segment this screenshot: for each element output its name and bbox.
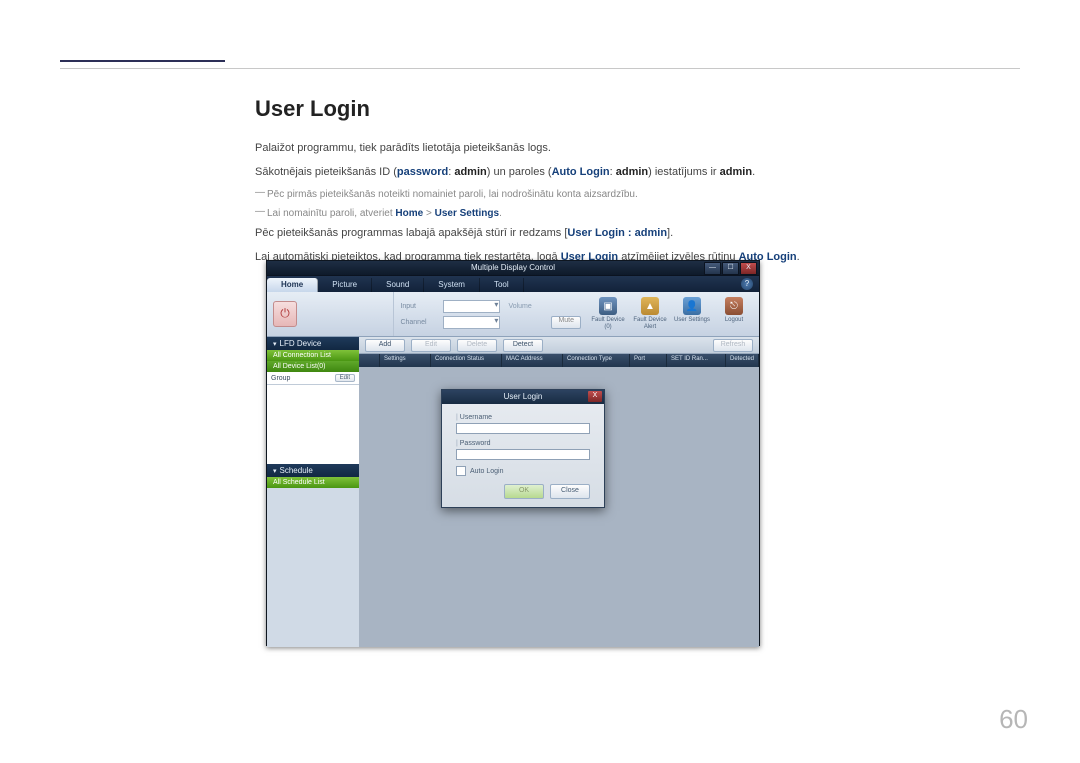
col-mac[interactable]: MAC Address — [502, 354, 563, 367]
logout-label: Logout — [725, 317, 743, 324]
tab-sound[interactable]: Sound — [372, 278, 424, 292]
group-label: Group — [271, 375, 290, 382]
col-detected[interactable]: Detected — [726, 354, 759, 367]
home-link: Home — [395, 208, 423, 219]
minimize-button[interactable]: — — [704, 262, 721, 275]
input-combo[interactable] — [443, 300, 500, 313]
col-conn-status[interactable]: Connection Status — [431, 354, 502, 367]
tab-tool[interactable]: Tool — [480, 278, 524, 292]
power-button[interactable]: ⏻ — [273, 301, 297, 327]
app-window: Multiple Display Control — ☐ X Home Pict… — [266, 260, 760, 646]
password-label: Password — [456, 440, 590, 447]
close-button[interactable]: X — [740, 262, 757, 275]
sidebar-tree-area — [267, 385, 359, 464]
fault-device-icon: ▣ — [599, 297, 617, 315]
text: Pēc pieteikšanās programmas labajā apakš… — [255, 227, 567, 239]
edit-group-button[interactable]: Edit — [335, 374, 355, 382]
username-input[interactable] — [456, 423, 590, 434]
dialog-close-icon[interactable]: X — [588, 391, 602, 402]
tab-system[interactable]: System — [424, 278, 480, 292]
text: ) un paroles ( — [487, 166, 552, 178]
col-setid[interactable]: SET ID Ran... — [667, 354, 726, 367]
user-settings-link: User Settings — [435, 208, 499, 219]
fault-device-label: Fault Device (0) — [587, 317, 629, 330]
text: > — [423, 208, 434, 219]
sidebar-empty — [267, 488, 359, 647]
status-corner-paragraph: Pēc pieteikšanās programmas labajā apakš… — [255, 225, 1020, 243]
password-input[interactable] — [456, 449, 590, 460]
sidebar-header-schedule[interactable]: Schedule — [267, 464, 359, 477]
text: ]. — [667, 227, 673, 239]
sidebar-header-lfd[interactable]: LFD Device — [267, 337, 359, 350]
note-change-password: Pēc pirmās pieteikšanās noteikti nomaini… — [255, 187, 1020, 203]
user-icon: 👤 — [683, 297, 701, 315]
text: Lai nomainītu paroli, atveriet — [267, 208, 395, 219]
login-dialog: User Login X Username Password Auto Logi… — [441, 389, 605, 508]
fault-alert-label: Fault Device Alert — [629, 317, 671, 330]
tab-home[interactable]: Home — [267, 278, 318, 292]
alert-icon: ▲ — [641, 297, 659, 315]
delete-button[interactable]: Delete — [457, 339, 497, 352]
sidebar-group-row: Group Edit — [267, 372, 359, 385]
detect-button[interactable]: Detect — [503, 339, 543, 352]
intro-paragraph: Palaižot programmu, tiek parādīts lietot… — [255, 140, 1020, 158]
default-credentials-paragraph: Sākotnējais pieteikšanās ID (password: a… — [255, 164, 1020, 182]
auto-login-row[interactable]: Auto Login — [456, 466, 590, 476]
logout-icon: ⎋ — [725, 297, 743, 315]
user-login-admin: User Login : admin — [567, 227, 667, 239]
sidebar-item-all-schedule[interactable]: All Schedule List — [267, 477, 359, 488]
sidebar: LFD Device All Connection List All Devic… — [267, 337, 359, 647]
dialog-titlebar[interactable]: User Login X — [442, 390, 604, 404]
note-path: Lai nomainītu paroli, atveriet Home > Us… — [255, 206, 1020, 222]
maximize-button[interactable]: ☐ — [722, 262, 739, 275]
col-check[interactable] — [359, 354, 380, 367]
dialog-title: User Login — [504, 392, 543, 401]
sidebar-item-all-connection[interactable]: All Connection List — [267, 350, 359, 361]
channel-combo[interactable] — [443, 316, 500, 329]
input-label: Input — [400, 303, 435, 310]
page-title: User Login — [255, 96, 1020, 122]
page-number: 60 — [999, 704, 1028, 735]
text: . — [499, 208, 502, 219]
sidebar-item-all-device[interactable]: All Device List(0) — [267, 361, 359, 372]
text: . — [752, 166, 755, 178]
table-header: Settings Connection Status MAC Address C… — [359, 354, 759, 367]
admin-value: admin — [720, 166, 752, 178]
text: . — [797, 251, 800, 263]
col-conn-type[interactable]: Connection Type — [563, 354, 630, 367]
mute-button[interactable]: Mute — [551, 316, 581, 329]
auto-login-label: Auto Login — [470, 468, 503, 475]
menu-bar: Home Picture Sound System Tool ? — [267, 276, 759, 292]
user-settings-label: User Settings — [674, 317, 710, 324]
col-settings[interactable]: Settings — [380, 354, 431, 367]
auto-login-checkbox[interactable] — [456, 466, 466, 476]
help-button[interactable]: ? — [741, 278, 753, 290]
volume-label: Volume — [508, 303, 543, 310]
side-rule — [60, 60, 225, 62]
col-port[interactable]: Port — [630, 354, 667, 367]
text: Sākotnējais pieteikšanās ID ( — [255, 166, 397, 178]
channel-label: Channel — [400, 319, 435, 326]
dialog-close-button[interactable]: Close — [550, 484, 590, 499]
text: ) iestatījums ir — [648, 166, 720, 178]
toolbar: ⏻ Input Volume Channel Mute ▣ Fault Devic… — [267, 292, 759, 337]
admin-value: admin — [454, 166, 486, 178]
edit-button[interactable]: Edit — [411, 339, 451, 352]
window-title: Multiple Display Control — [471, 263, 555, 272]
ok-button[interactable]: OK — [504, 484, 544, 499]
fault-alert-button[interactable]: ▲ Fault Device Alert — [629, 297, 671, 330]
auto-login-label: Auto Login — [552, 166, 610, 178]
add-button[interactable]: Add — [365, 339, 405, 352]
password-label: password — [397, 166, 448, 178]
content-column: User Login Palaižot programmu, tiek parā… — [255, 96, 1020, 272]
refresh-button[interactable]: Refresh — [713, 339, 753, 352]
admin-value: admin — [616, 166, 648, 178]
window-titlebar[interactable]: Multiple Display Control — ☐ X — [267, 261, 759, 276]
top-rule — [60, 68, 1020, 69]
username-label: Username — [456, 414, 590, 421]
logout-button[interactable]: ⎋ Logout — [713, 297, 755, 330]
tab-picture[interactable]: Picture — [318, 278, 372, 292]
fault-device-button[interactable]: ▣ Fault Device (0) — [587, 297, 629, 330]
user-settings-button[interactable]: 👤 User Settings — [671, 297, 713, 330]
